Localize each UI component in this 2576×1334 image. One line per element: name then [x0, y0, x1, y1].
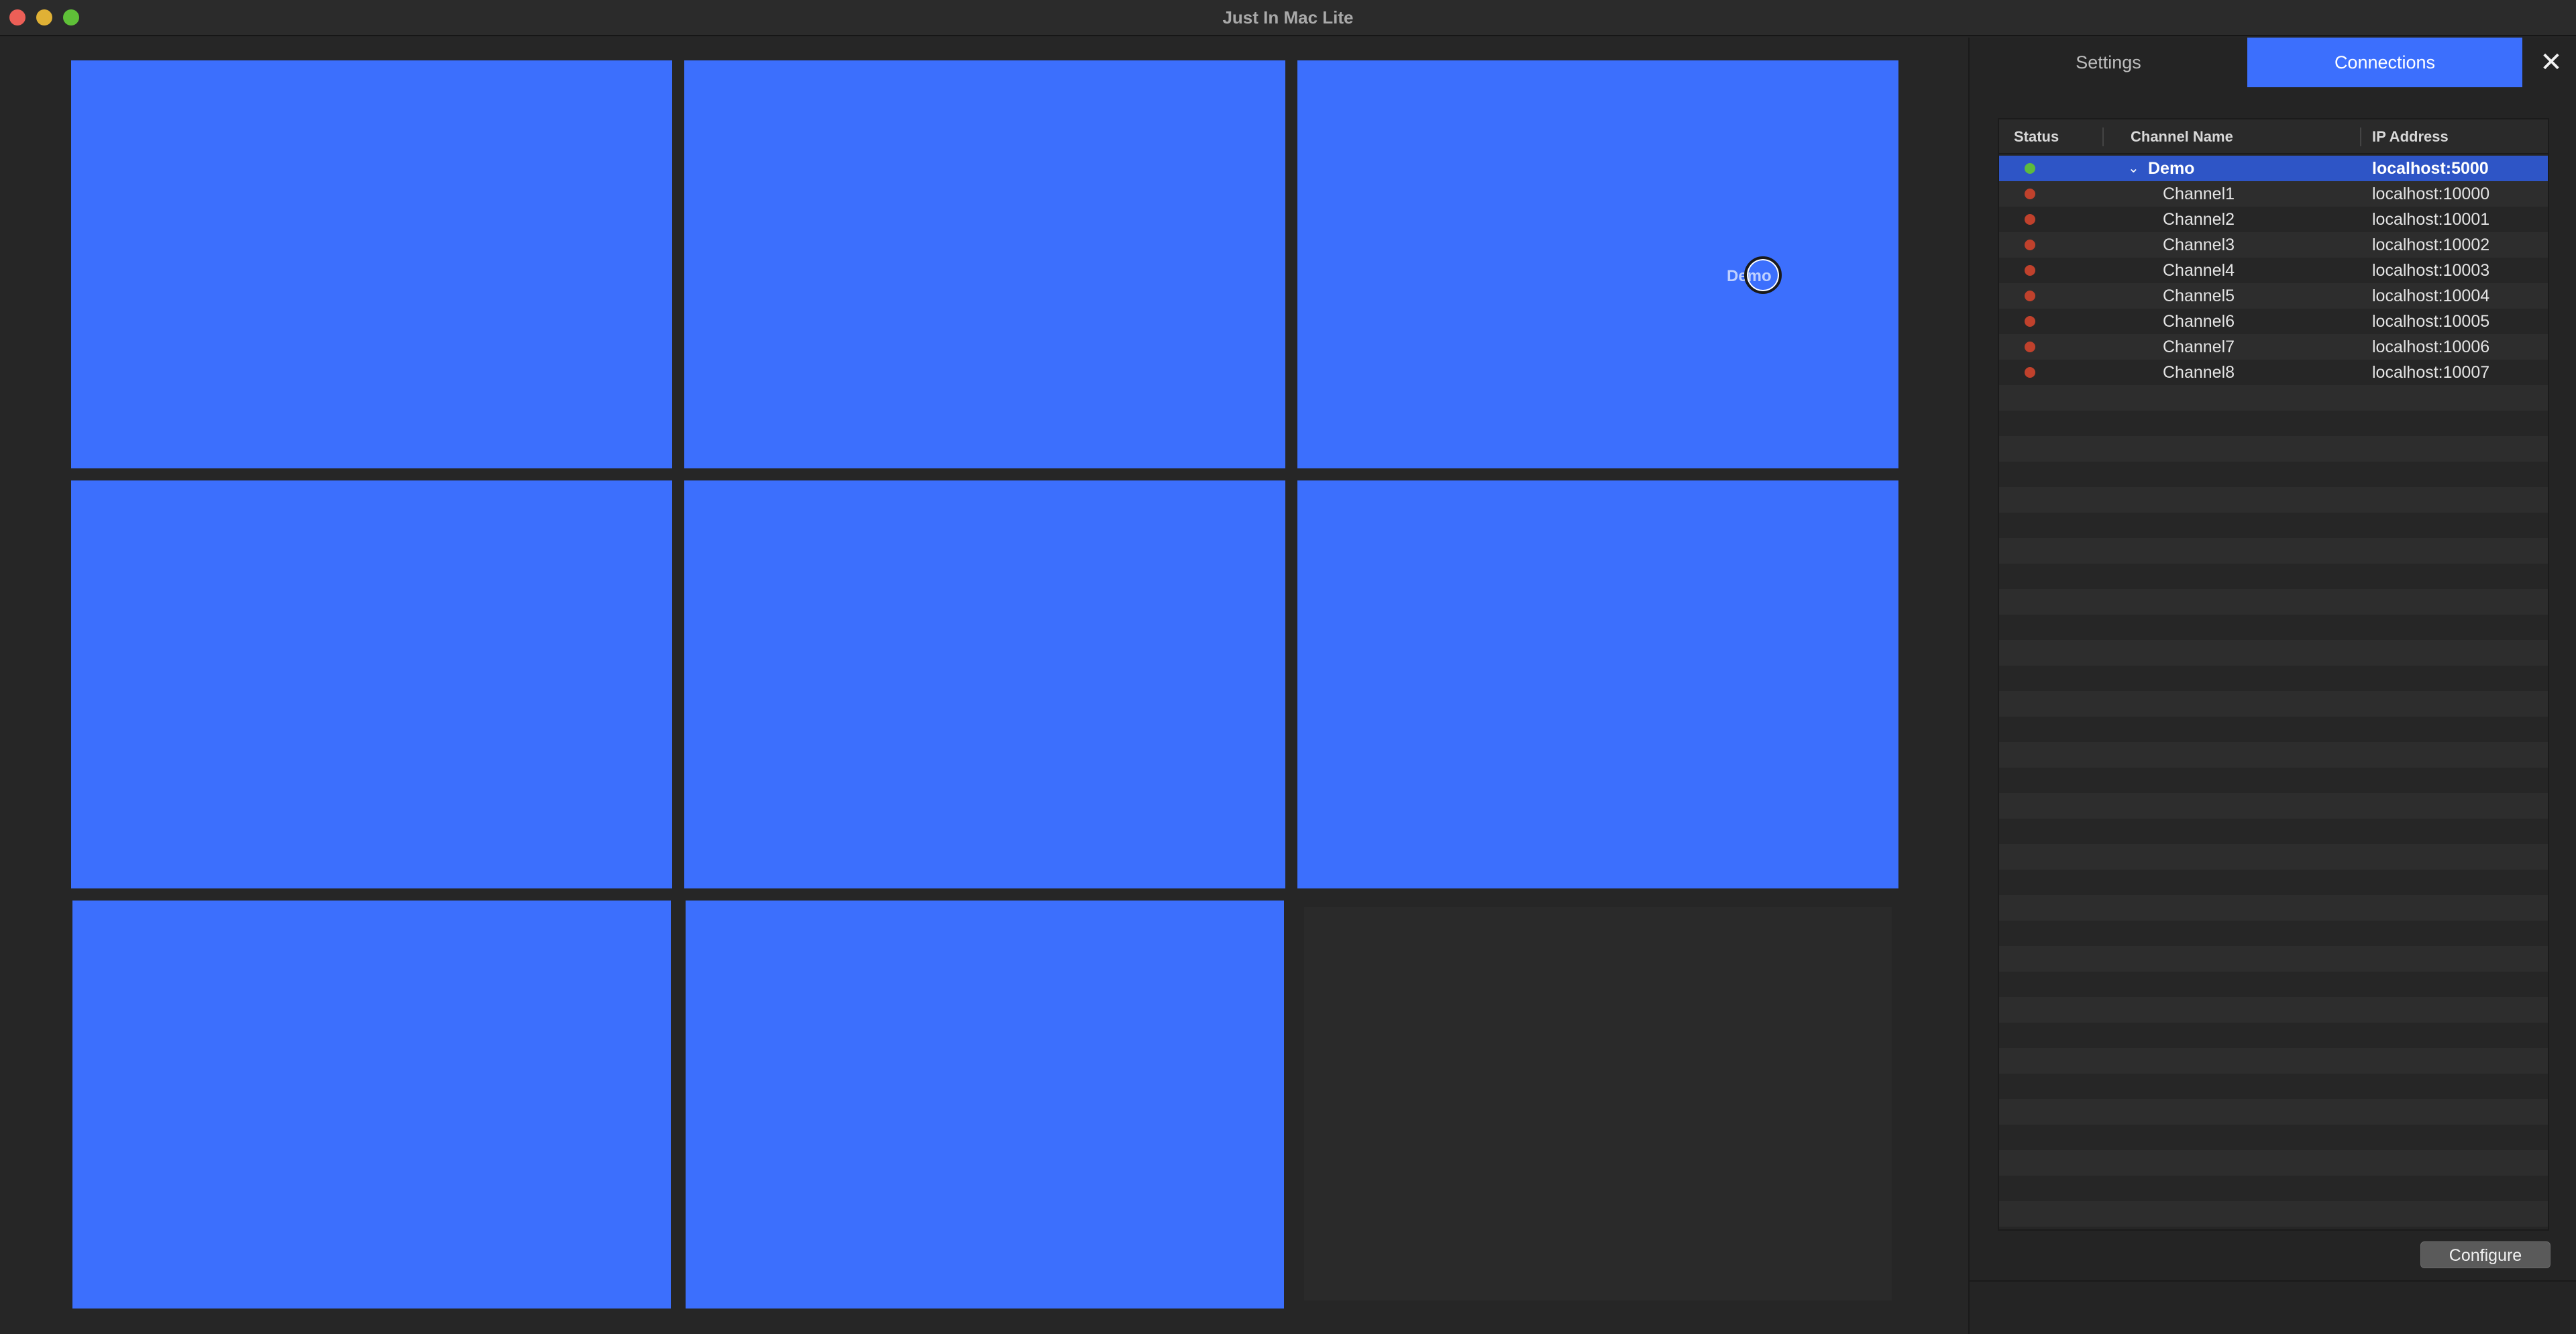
- table-row[interactable]: Channel8 localhost:10007: [1999, 360, 2548, 385]
- empty-table-row: [1999, 819, 2548, 844]
- video-tile-4[interactable]: [71, 480, 672, 888]
- panel-tabs: Settings Connections ✕: [1970, 38, 2576, 87]
- tab-settings[interactable]: Settings: [1970, 38, 2247, 87]
- connections-table: Status Channel Name IP Address ⌄ Demo loca…: [1998, 118, 2549, 1231]
- status-red-icon: [2025, 367, 2035, 378]
- empty-table-row: [1999, 487, 2548, 513]
- empty-table-row: [1999, 1201, 2548, 1227]
- column-header-status[interactable]: Status: [2014, 119, 2059, 154]
- channel-name-cell: Channel2: [2163, 210, 2235, 229]
- side-panel: Settings Connections ✕ Status Channel Na…: [1968, 38, 2576, 1334]
- empty-table-row: [1999, 1048, 2548, 1074]
- status-green-icon: [2025, 163, 2035, 174]
- empty-table-row: [1999, 640, 2548, 666]
- table-row[interactable]: Channel6 localhost:10005: [1999, 309, 2548, 334]
- video-tile-7[interactable]: [72, 901, 671, 1309]
- ip-address-cell: localhost:10004: [2372, 287, 2490, 305]
- table-row[interactable]: Channel4 localhost:10003: [1999, 258, 2548, 283]
- drag-cursor-icon: [1744, 256, 1782, 294]
- chevron-down-icon[interactable]: ⌄: [2128, 156, 2139, 181]
- column-header-channel-name[interactable]: Channel Name: [2131, 119, 2233, 154]
- close-panel-icon[interactable]: ✕: [2534, 46, 2568, 79]
- table-row[interactable]: Channel1 localhost:10000: [1999, 181, 2548, 207]
- table-row[interactable]: Channel2 localhost:10001: [1999, 207, 2548, 232]
- video-grid: Demo: [0, 38, 1968, 1334]
- empty-table-row: [1999, 793, 2548, 819]
- column-divider[interactable]: [2360, 127, 2361, 146]
- empty-table-row: [1999, 768, 2548, 793]
- table-row[interactable]: Channel3 localhost:10002: [1999, 232, 2548, 258]
- window-title: Just In Mac Lite: [1222, 7, 1354, 28]
- table-header: Status Channel Name IP Address: [1999, 119, 2548, 154]
- empty-table-row: [1999, 717, 2548, 742]
- status-red-icon: [2025, 265, 2035, 276]
- empty-table-row: [1999, 513, 2548, 538]
- video-tile-8[interactable]: [686, 901, 1284, 1309]
- divider: [1970, 1280, 2576, 1282]
- video-tile-2[interactable]: [684, 60, 1285, 468]
- channel-name-cell: Channel4: [2163, 261, 2235, 280]
- empty-table-row: [1999, 564, 2548, 589]
- video-tile-5[interactable]: [684, 480, 1285, 888]
- empty-table-row: [1999, 1023, 2548, 1048]
- empty-table-row: [1999, 921, 2548, 946]
- empty-table-row: [1999, 1099, 2548, 1125]
- video-tile-empty[interactable]: [1304, 907, 1892, 1300]
- empty-table-row: [1999, 462, 2548, 487]
- table-row[interactable]: Channel7 localhost:10006: [1999, 334, 2548, 360]
- empty-table-row: [1999, 385, 2548, 411]
- empty-table-row: [1999, 946, 2548, 972]
- channel-name-cell: Demo: [2148, 159, 2195, 178]
- channel-name-cell: Channel5: [2163, 287, 2235, 305]
- status-red-icon: [2025, 189, 2035, 199]
- status-red-icon: [2025, 316, 2035, 327]
- ip-address-cell: localhost:10006: [2372, 338, 2490, 356]
- status-red-icon: [2025, 342, 2035, 352]
- table-row[interactable]: Channel5 localhost:10004: [1999, 283, 2548, 309]
- video-tile-3[interactable]: Demo: [1297, 60, 1898, 468]
- ip-address-cell: localhost:10002: [2372, 236, 2490, 254]
- app-window: Just In Mac Lite Demo Settings Connectio…: [0, 0, 2576, 1334]
- channel-name-cell: Channel3: [2163, 236, 2235, 254]
- video-tile-6[interactable]: [1297, 480, 1898, 888]
- ip-address-cell: localhost:10000: [2372, 185, 2490, 203]
- empty-table-row: [1999, 1150, 2548, 1176]
- ip-address-cell: localhost:10007: [2372, 363, 2490, 382]
- empty-table-row: [1999, 538, 2548, 564]
- column-header-ip-address[interactable]: IP Address: [2372, 119, 2449, 154]
- configure-button[interactable]: Configure: [2420, 1241, 2551, 1268]
- channel-name-cell: Channel6: [2163, 312, 2235, 331]
- empty-table-row: [1999, 895, 2548, 921]
- empty-table-row: [1999, 411, 2548, 436]
- channel-name-cell: Channel1: [2163, 185, 2235, 203]
- empty-table-row: [1999, 997, 2548, 1023]
- channel-name-cell: Channel8: [2163, 363, 2235, 382]
- status-red-icon: [2025, 240, 2035, 250]
- empty-table-row: [1999, 742, 2548, 768]
- empty-table-row: [1999, 844, 2548, 870]
- empty-table-row: [1999, 972, 2548, 997]
- column-divider[interactable]: [2102, 127, 2104, 146]
- empty-table-row: [1999, 1125, 2548, 1150]
- table-row[interactable]: ⌄ Demo localhost:5000: [1999, 156, 2548, 181]
- empty-table-row: [1999, 666, 2548, 691]
- title-bar: Just In Mac Lite: [0, 0, 2576, 36]
- tab-connections[interactable]: Connections: [2247, 38, 2522, 87]
- status-red-icon: [2025, 291, 2035, 301]
- channel-name-cell: Channel7: [2163, 338, 2235, 356]
- empty-table-row: [1999, 1176, 2548, 1201]
- empty-table-row: [1999, 589, 2548, 615]
- ip-address-cell: localhost:5000: [2372, 159, 2489, 178]
- ip-address-cell: localhost:10001: [2372, 210, 2490, 229]
- empty-table-row: [1999, 615, 2548, 640]
- video-tile-1[interactable]: [71, 60, 672, 468]
- ip-address-cell: localhost:10003: [2372, 261, 2490, 280]
- ip-address-cell: localhost:10005: [2372, 312, 2490, 331]
- empty-table-row: [1999, 436, 2548, 462]
- empty-table-row: [1999, 870, 2548, 895]
- empty-table-row: [1999, 1074, 2548, 1099]
- status-red-icon: [2025, 214, 2035, 225]
- empty-table-row: [1999, 691, 2548, 717]
